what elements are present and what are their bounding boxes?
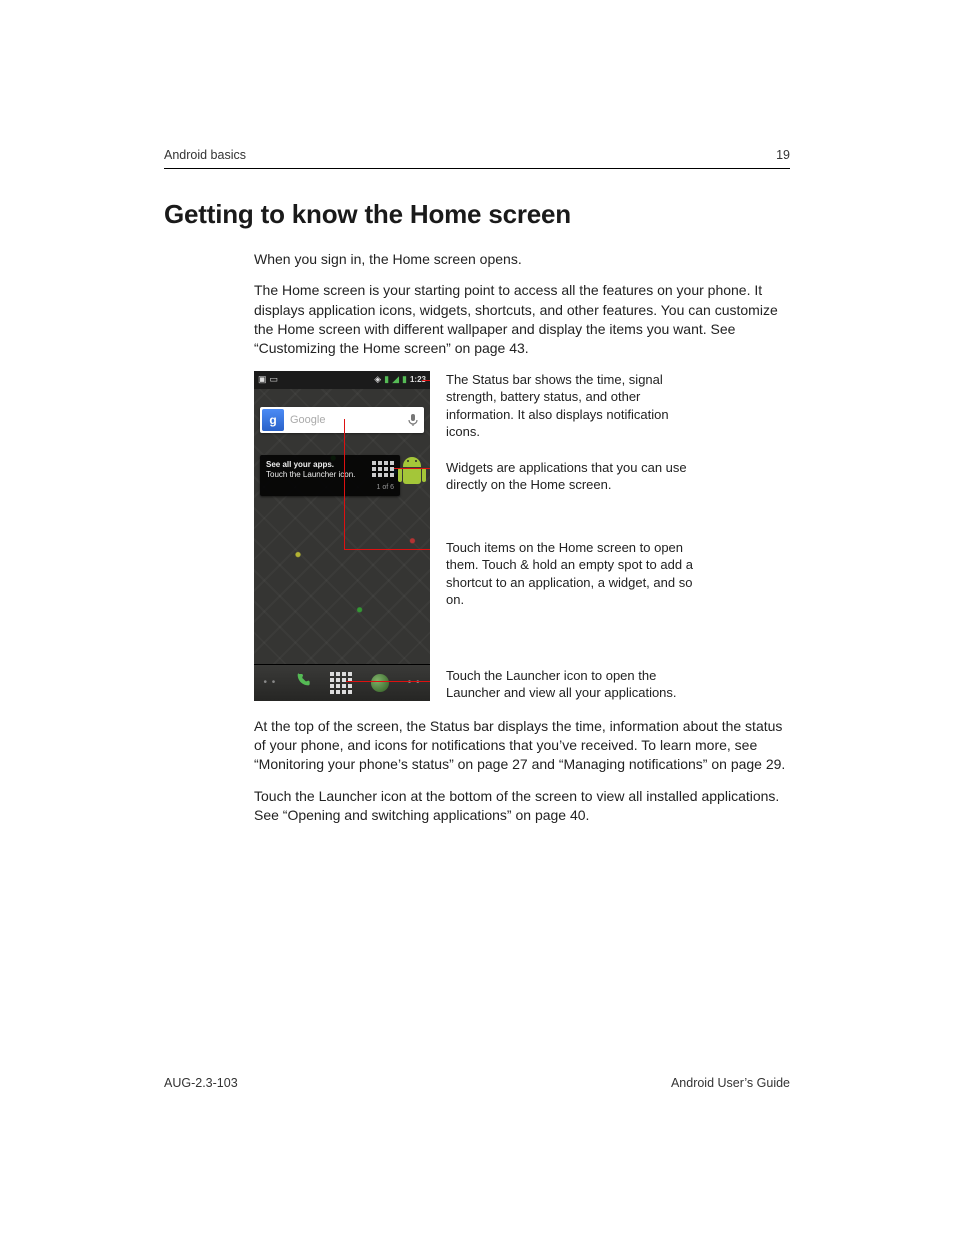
page-title: Getting to know the Home screen (164, 199, 790, 230)
tips-widget: See all your apps. Touch the Launcher ic… (260, 455, 400, 496)
android-mascot-icon (398, 457, 426, 491)
after-p2: Touch the Launcher icon at the bottom of… (254, 787, 790, 826)
callout-touch: Touch items on the Home screen to open t… (446, 539, 706, 609)
data-icon: ▮ (384, 375, 389, 384)
battery-icon: ▮ (402, 375, 407, 384)
launcher-icon (330, 672, 352, 694)
search-widget: g Google (260, 407, 424, 433)
doc-code: AUG-2.3-103 (164, 1076, 238, 1090)
google-icon: g (262, 409, 284, 431)
callout-leader (344, 419, 345, 549)
callout-leader (344, 549, 430, 550)
running-footer: AUG-2.3-103 Android User’s Guide (164, 1076, 790, 1090)
intro-p1: When you sign in, the Home screen opens. (254, 250, 790, 269)
figure: ▣ ▭ ◈ ▮ ◢ ▮ 1:23 g Google See all your a… (254, 371, 790, 701)
callout-launcher: Touch the Launcher icon to open the Laun… (446, 667, 706, 702)
notification-icon: ▣ (258, 375, 267, 384)
callout-status: The Status bar shows the time, signal st… (446, 371, 706, 441)
notification-icon: ▭ (270, 375, 279, 384)
intro-block: When you sign in, the Home screen opens.… (254, 250, 790, 359)
callout-widgets: Widgets are applications that you can us… (446, 459, 706, 494)
callout-leader (422, 380, 430, 381)
phone-screenshot: ▣ ▭ ◈ ▮ ◢ ▮ 1:23 g Google See all your a… (254, 371, 430, 701)
callout-column: The Status bar shows the time, signal st… (446, 371, 706, 701)
callout-leader (346, 681, 430, 682)
phone-icon (295, 672, 311, 693)
dock: • • • • (254, 664, 430, 701)
signal-icon: ◢ (392, 375, 399, 384)
section-name: Android basics (164, 148, 246, 162)
after-p1: At the top of the screen, the Status bar… (254, 717, 790, 775)
gps-icon: ◈ (374, 375, 381, 384)
browser-icon (371, 674, 389, 692)
tip-counter: 1 of 6 (376, 484, 394, 493)
status-bar: ▣ ▭ ◈ ▮ ◢ ▮ 1:23 (254, 371, 430, 389)
after-block: At the top of the screen, the Status bar… (254, 717, 790, 826)
running-header: Android basics 19 (164, 148, 790, 169)
doc-title: Android User’s Guide (671, 1076, 790, 1090)
page-number: 19 (776, 148, 790, 162)
callout-leader (394, 468, 430, 469)
mic-icon (402, 413, 424, 427)
intro-p2: The Home screen is your starting point t… (254, 281, 790, 358)
document-page: Android basics 19 Getting to know the Ho… (0, 0, 954, 1235)
dock-indicator-right: • • (408, 677, 421, 688)
apps-grid-icon (372, 461, 394, 477)
dock-indicator-left: • • (263, 677, 276, 688)
